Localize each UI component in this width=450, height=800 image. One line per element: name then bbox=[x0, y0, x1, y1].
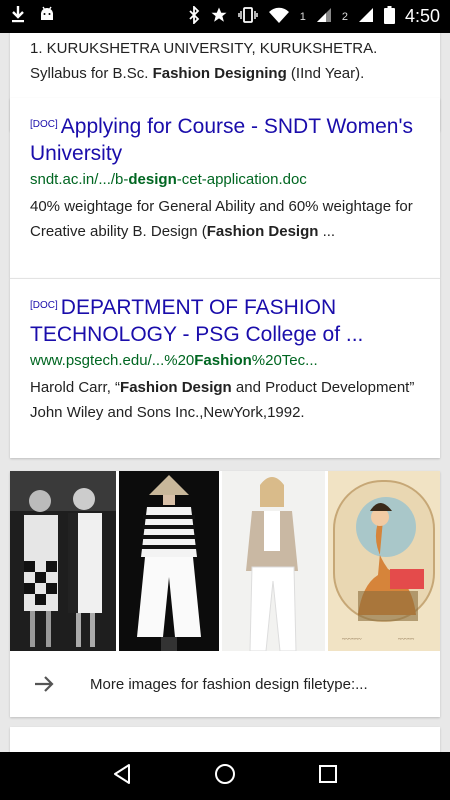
result-title-link[interactable]: [DOC] Applying for Course - SNDT Women's … bbox=[30, 111, 420, 167]
download-icon bbox=[10, 5, 26, 28]
sim1-label: 1 bbox=[299, 10, 306, 23]
doc-tag: [DOC] bbox=[30, 300, 58, 311]
sim2-label: 2 bbox=[341, 10, 348, 23]
vibrate-icon bbox=[238, 6, 258, 27]
wifi-icon bbox=[268, 6, 290, 27]
signal-icon-2 bbox=[358, 7, 374, 26]
search-results[interactable]: 1. KURUKSHETRA UNIVERSITY, KURUKSHETRA. … bbox=[0, 33, 450, 752]
result-url[interactable]: www.psgtech.edu/...%20Fashion%20Tec... bbox=[30, 350, 420, 372]
next-result-card[interactable] bbox=[10, 727, 440, 752]
home-button[interactable] bbox=[213, 762, 237, 791]
result-snippet: Harold Carr, “Fashion Design and Product… bbox=[30, 379, 415, 421]
clock: 4:50 bbox=[404, 6, 440, 26]
navigation-bar bbox=[0, 752, 450, 800]
signal-icon bbox=[316, 7, 332, 26]
fashion-illustration-thumbnail[interactable]: ~~~~~~ ~~~~~ bbox=[328, 471, 440, 651]
svg-text:~~~~~: ~~~~~ bbox=[398, 637, 415, 643]
images-card[interactable]: ~~~~~~ ~~~~~ More images for fashion des… bbox=[10, 471, 440, 717]
white-trousers-thumbnail[interactable] bbox=[222, 471, 325, 651]
mod-dresses-thumbnail[interactable] bbox=[10, 471, 116, 651]
result-url[interactable]: sndt.ac.in/.../b-design-cet-application.… bbox=[30, 169, 420, 191]
svg-text:~~~~~~: ~~~~~~ bbox=[342, 637, 362, 643]
image-strip: ~~~~~~ ~~~~~ bbox=[10, 471, 440, 651]
battery-icon bbox=[383, 6, 395, 27]
result-card-2[interactable]: [DOC] Applying for Course - SNDT Women's … bbox=[10, 98, 440, 278]
android-icon bbox=[38, 5, 56, 28]
more-images-link[interactable]: More images for fashion design filetype:… bbox=[10, 651, 440, 717]
striped-outfit-thumbnail[interactable] bbox=[119, 471, 219, 651]
status-bar: 1 2 4:50 bbox=[0, 0, 450, 33]
recents-button[interactable] bbox=[316, 762, 340, 791]
bluetooth-icon bbox=[188, 4, 200, 27]
result-snippet: 1. KURUKSHETRA UNIVERSITY, KURUKSHETRA. … bbox=[30, 40, 378, 82]
arrow-right-icon bbox=[32, 672, 56, 696]
result-title-link[interactable]: [DOC] DEPARTMENT OF FASHION TECHNOLOGY - … bbox=[30, 292, 420, 348]
star-icon bbox=[210, 6, 228, 27]
doc-tag: [DOC] bbox=[30, 119, 58, 130]
result-card-3[interactable]: [DOC] DEPARTMENT OF FASHION TECHNOLOGY - … bbox=[10, 278, 440, 458]
result-snippet: 40% weightage for General Ability and 60… bbox=[30, 198, 413, 240]
back-button[interactable] bbox=[110, 762, 134, 791]
more-images-label: More images for fashion design filetype:… bbox=[90, 675, 368, 693]
